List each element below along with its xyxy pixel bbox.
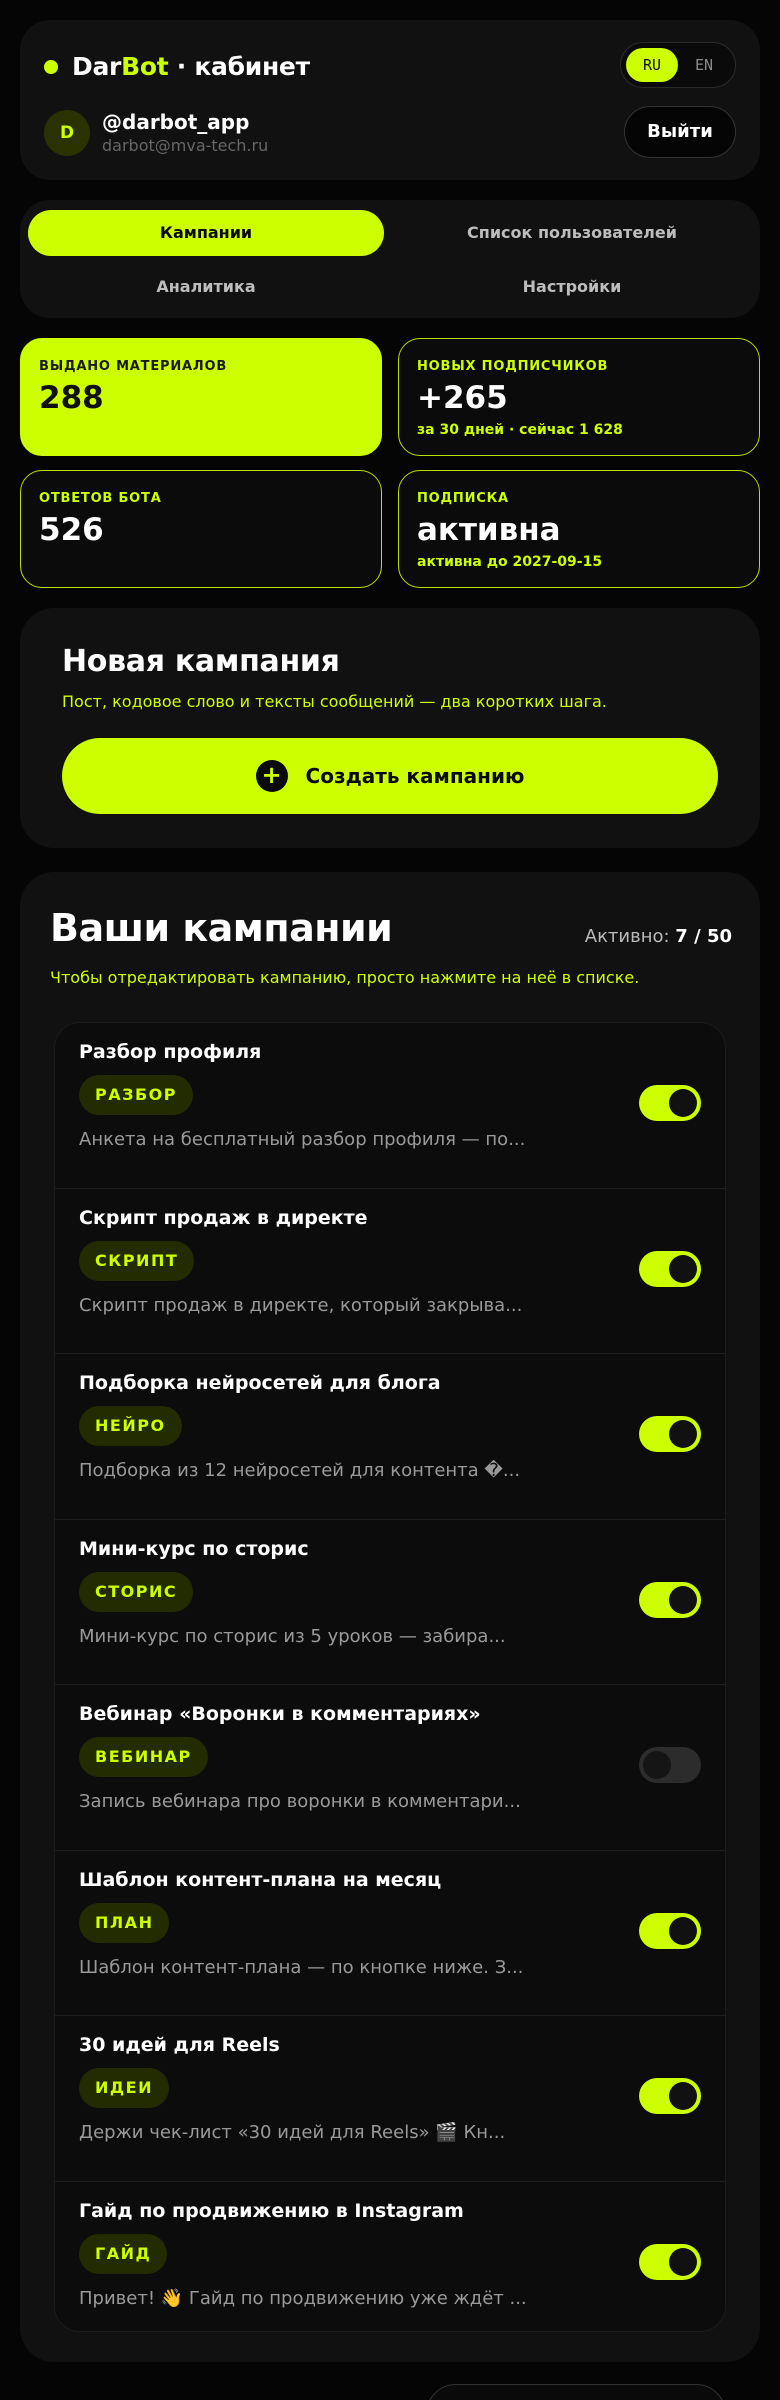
campaign-description: Скрипт продаж в директе, который закрыва… <box>79 1294 523 1316</box>
active-counter: Активно: 7 / 50 <box>585 926 732 947</box>
stat-materials: ВЫДАНО МАТЕРИАЛОВ 288 <box>20 338 382 456</box>
toggle-knob <box>669 1420 697 1448</box>
campaign-toggle[interactable] <box>639 1416 701 1452</box>
campaign-description: Мини-курс по сторис из 5 уроков — забира… <box>79 1625 506 1647</box>
bottom-button-peek[interactable] <box>426 2384 726 2400</box>
campaign-name: Скрипт продаж в директе <box>79 1206 368 1229</box>
active-separator: / <box>687 926 707 947</box>
active-count: 7 <box>675 926 688 947</box>
stat-value: 288 <box>39 380 104 416</box>
campaign-keyword-tag: ПЛАН <box>79 1902 170 1943</box>
stats-grid: ВЫДАНО МАТЕРИАЛОВ 288 НОВЫХ ПОДПИСЧИКОВ … <box>20 338 760 588</box>
campaign-description: Подборка из 12 нейросетей для контента �… <box>79 1460 521 1481</box>
brand-name-part1: Dar <box>72 52 122 81</box>
campaign-item[interactable]: Вебинар «Воронки в комментариях» ВЕБИНАР… <box>55 1685 725 1851</box>
campaigns-hint: Чтобы отредактировать кампанию, просто н… <box>50 968 640 987</box>
stat-value: активна <box>417 512 561 548</box>
campaign-description: Привет! 👋 Гайд по продвижению уже ждёт .… <box>79 2287 527 2309</box>
header-card: DarBot · кабинет RU EN D @darbot_app dar… <box>20 20 760 180</box>
campaign-keyword-tag: ГАЙД <box>79 2233 168 2274</box>
toggle-knob <box>669 1585 697 1614</box>
stat-value: 526 <box>39 512 104 548</box>
campaign-name: Вебинар «Воронки в комментариях» <box>79 1703 481 1725</box>
brand-name: DarBot · кабинет <box>72 52 310 81</box>
campaign-name: Шаблон контент-плана на месяц <box>79 1868 442 1891</box>
toggle-knob <box>669 2082 697 2110</box>
campaign-description: Держи чек-лист «30 идей для Reels» 🎬 Кн.… <box>79 2122 506 2143</box>
nav-tabs: Кампании Список пользователей Аналитика … <box>20 200 760 318</box>
stat-subscription: ПОДПИСКА активна активна до 2027-09-15 <box>398 470 760 588</box>
toggle-knob <box>669 2247 697 2276</box>
toggle-knob <box>669 1916 697 1945</box>
tab-campaigns[interactable]: Кампании <box>28 210 384 256</box>
brand-dot-icon <box>44 59 58 74</box>
campaign-item[interactable]: Разбор профиля РАЗБОР Анкета на бесплатн… <box>55 1023 725 1189</box>
brand: DarBot · кабинет <box>44 52 310 81</box>
campaign-item[interactable]: Гайд по продвижению в Instagram ГАЙД При… <box>55 2182 725 2332</box>
campaign-name: Гайд по продвижению в Instagram <box>79 2199 464 2222</box>
campaign-keyword-tag: СКРИПТ <box>79 1240 195 1281</box>
create-campaign-label: Создать кампанию <box>305 764 525 788</box>
campaign-keyword-tag: НЕЙРО <box>79 1406 182 1446</box>
campaign-toggle[interactable] <box>639 1581 701 1618</box>
logout-button[interactable]: Выйти <box>624 106 736 158</box>
campaign-name: Разбор профиля <box>79 1041 262 1063</box>
campaign-toggle[interactable] <box>639 1747 701 1783</box>
toggle-knob <box>643 1751 671 1779</box>
brand-name-part3: · кабинет <box>168 52 310 81</box>
campaign-name: Мини-курс по сторис <box>79 1537 309 1560</box>
brand-name-part2: Bot <box>121 52 169 81</box>
campaign-name: 30 идей для Reels <box>79 2034 280 2056</box>
create-campaign-button[interactable]: + Создать кампанию <box>62 738 718 814</box>
campaign-description: Шаблон контент-плана — по кнопке ниже. З… <box>79 1956 524 1978</box>
stat-label: ОТВЕТОВ БОТА <box>39 491 162 506</box>
plus-icon: + <box>255 760 288 792</box>
campaigns-card: Ваши кампании Активно: 7 / 50 Чтобы отре… <box>20 872 760 2362</box>
campaign-toggle[interactable] <box>639 2243 701 2280</box>
tab-settings[interactable]: Настройки <box>394 264 750 310</box>
stat-label: ПОДПИСКА <box>417 491 509 506</box>
stat-subtext: активна до 2027-09-15 <box>417 554 603 570</box>
campaign-toggle[interactable] <box>639 2078 701 2114</box>
stat-label: НОВЫХ ПОДПИСЧИКОВ <box>417 359 609 374</box>
username: @darbot_app <box>102 110 250 134</box>
avatar: D <box>44 110 90 156</box>
stat-subtext: за 30 дней · сейчас 1 628 <box>417 422 623 438</box>
campaigns-list: Разбор профиля РАЗБОР Анкета на бесплатн… <box>54 1022 726 2332</box>
campaign-toggle[interactable] <box>639 1912 701 1949</box>
stat-bot-replies: ОТВЕТОВ БОТА 526 <box>20 470 382 588</box>
tab-users-list[interactable]: Список пользователей <box>394 210 750 256</box>
language-switch[interactable]: RU EN <box>620 42 736 88</box>
new-campaign-card: Новая кампания Пост, кодовое слово и тек… <box>20 608 760 848</box>
campaign-item[interactable]: 30 идей для Reels ИДЕИ Держи чек-лист «3… <box>55 2016 725 2182</box>
campaign-keyword-tag: ВЕБИНАР <box>79 1737 208 1777</box>
campaign-description: Запись вебинара про воронки в комментари… <box>79 1791 521 1812</box>
campaign-name: Подборка нейросетей для блога <box>79 1372 441 1394</box>
campaign-keyword-tag: РАЗБОР <box>79 1075 193 1115</box>
tab-analytics[interactable]: Аналитика <box>28 264 384 310</box>
lang-en-button[interactable]: EN <box>678 48 730 82</box>
campaign-item[interactable]: Мини-курс по сторис СТОРИС Мини-курс по … <box>55 1520 725 1685</box>
toggle-knob <box>669 1089 697 1117</box>
new-campaign-title: Новая кампания <box>62 644 340 679</box>
new-campaign-subtitle: Пост, кодовое слово и тексты сообщений —… <box>62 692 607 711</box>
campaign-description: Анкета на бесплатный разбор профиля — по… <box>79 1129 526 1150</box>
campaign-toggle[interactable] <box>639 1250 701 1287</box>
campaign-item[interactable]: Шаблон контент-плана на месяц ПЛАН Шабло… <box>55 1851 725 2016</box>
stat-value: +265 <box>417 380 508 416</box>
stat-label: ВЫДАНО МАТЕРИАЛОВ <box>39 359 228 374</box>
campaign-keyword-tag: ИДЕИ <box>79 2068 169 2108</box>
active-counter-label: Активно: <box>584 926 676 947</box>
campaign-item[interactable]: Скрипт продаж в директе СКРИПТ Скрипт пр… <box>55 1189 725 1354</box>
dashboard: DarBot · кабинет RU EN D @darbot_app dar… <box>20 20 760 2362</box>
user-email: darbot@mva-tech.ru <box>102 136 269 155</box>
campaign-item[interactable]: Подборка нейросетей для блога НЕЙРО Подб… <box>55 1354 725 1520</box>
stat-new-subscribers: НОВЫХ ПОДПИСЧИКОВ +265 за 30 дней · сейч… <box>398 338 760 456</box>
campaign-toggle[interactable] <box>639 1085 701 1121</box>
active-total: 50 <box>706 926 732 947</box>
campaign-keyword-tag: СТОРИС <box>79 1571 194 1612</box>
lang-ru-button[interactable]: RU <box>626 48 678 82</box>
campaigns-title: Ваши кампании <box>50 906 393 950</box>
toggle-knob <box>669 1254 697 1283</box>
